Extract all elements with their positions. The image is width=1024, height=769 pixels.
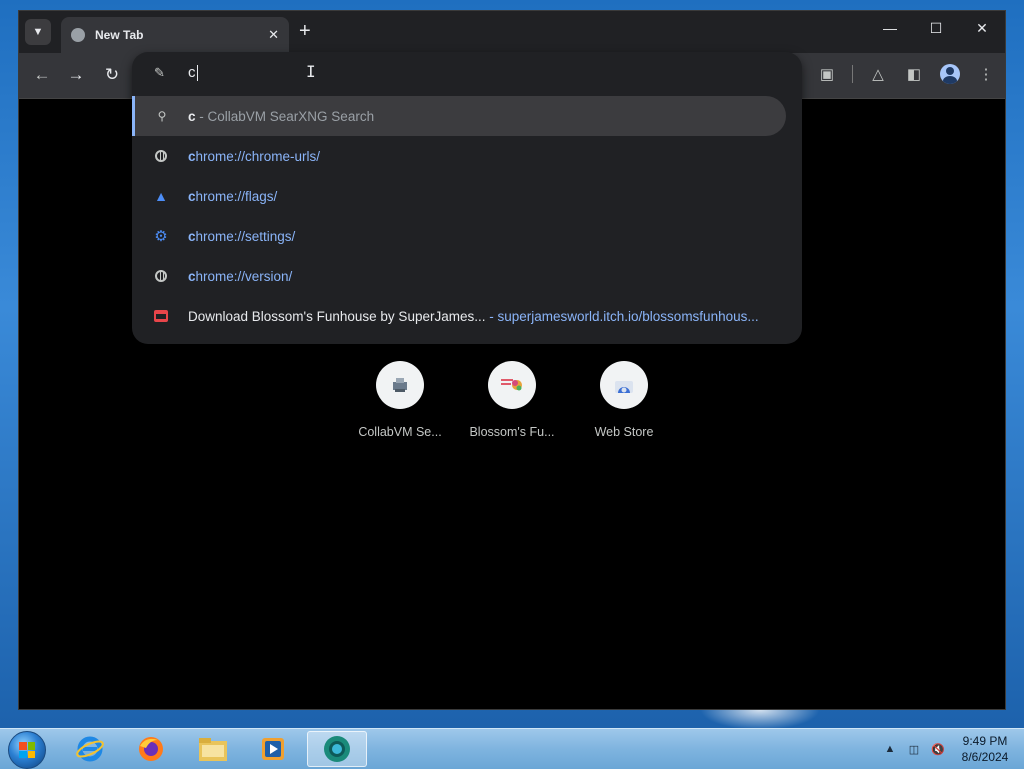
suggestion-flags[interactable]: ▲ chrome://flags/ xyxy=(132,176,786,216)
side-panel-icon[interactable]: ◧ xyxy=(903,63,925,85)
tab-new-tab[interactable]: New Tab ✕ xyxy=(61,17,289,53)
suggestion-version[interactable]: chrome://version/ xyxy=(132,256,786,296)
searxng-icon: ✎ xyxy=(154,65,165,80)
shortcut-web-store[interactable]: Web Store xyxy=(576,361,672,439)
globe-icon xyxy=(71,28,85,42)
shortcut-blossom[interactable]: Blossom's Fu... xyxy=(464,361,560,439)
toolbar-separator xyxy=(852,65,853,83)
shortcut-label: Blossom's Fu... xyxy=(469,425,555,439)
start-button[interactable] xyxy=(8,731,46,769)
collabvm-icon xyxy=(376,361,424,409)
back-button[interactable]: ← xyxy=(31,65,53,85)
labs-flask-icon[interactable]: △ xyxy=(867,63,889,85)
suggestion-search[interactable]: ⚲ c - CollabVM SearXNG Search xyxy=(132,96,786,136)
system-tray: ▲ ◫ 🔇 9:49 PM 8/6/2024 xyxy=(882,729,1016,769)
clock-date: 8/6/2024 xyxy=(961,750,1009,764)
chrome-icon[interactable] xyxy=(307,731,367,767)
tab-strip: ▼ New Tab ✕ + — ☐ ✕ xyxy=(19,11,1005,53)
suggestion-chrome-urls[interactable]: chrome://chrome-urls/ xyxy=(132,136,786,176)
globe-icon xyxy=(153,148,169,164)
maximize-button[interactable]: ☐ xyxy=(913,11,959,45)
internet-explorer-icon[interactable] xyxy=(63,731,117,767)
toolbar-actions: ▣ △ ◧ ⋮ xyxy=(816,63,997,85)
window-controls: — ☐ ✕ xyxy=(867,11,1005,45)
volume-muted-icon[interactable]: 🔇 xyxy=(930,742,946,756)
omnibox-dropdown: ✎ c I ⚲ c - CollabVM SearXNG Search chro… xyxy=(132,52,802,344)
web-store-icon xyxy=(600,361,648,409)
taskbar: ▲ ◫ 🔇 9:49 PM 8/6/2024 xyxy=(0,728,1024,769)
extensions-icon[interactable]: ▣ xyxy=(816,63,838,85)
search-icon: ⚲ xyxy=(157,109,167,123)
file-explorer-icon[interactable] xyxy=(186,731,240,767)
blossom-icon xyxy=(488,361,536,409)
firefox-icon[interactable] xyxy=(124,731,178,767)
text-cursor-icon: I xyxy=(306,62,316,81)
media-player-icon[interactable] xyxy=(246,731,300,767)
omnibox-input[interactable]: c xyxy=(188,64,198,82)
show-hidden-icons-icon[interactable]: ▲ xyxy=(882,742,898,756)
gear-icon: ⚙ xyxy=(154,228,168,245)
windows-flag-icon xyxy=(19,742,35,758)
suggestion-settings[interactable]: ⚙ chrome://settings/ xyxy=(132,216,786,256)
suggestion-itch-download[interactable]: Download Blossom's Funhouse by SuperJame… xyxy=(132,296,786,336)
avatar-icon xyxy=(940,64,960,84)
clock[interactable]: 9:49 PM 8/6/2024 xyxy=(954,733,1016,765)
forward-button[interactable]: → xyxy=(65,65,87,85)
shortcut-label: Web Store xyxy=(594,425,654,439)
shortcut-collabvm[interactable]: CollabVM Se... xyxy=(352,361,448,439)
network-icon[interactable]: ◫ xyxy=(906,742,922,756)
profile-button[interactable] xyxy=(939,63,961,85)
chevron-down-icon: ▼ xyxy=(32,26,44,38)
new-tab-button[interactable]: + xyxy=(299,21,311,41)
clock-time: 9:49 PM xyxy=(962,734,1008,748)
close-window-button[interactable]: ✕ xyxy=(959,11,1005,45)
more-menu-icon[interactable]: ⋮ xyxy=(975,63,997,85)
tab-title: New Tab xyxy=(95,28,144,42)
shortcut-label: CollabVM Se... xyxy=(358,425,442,439)
globe-icon xyxy=(153,268,169,284)
flask-icon: ▲ xyxy=(154,188,168,204)
reload-button[interactable]: ↻ xyxy=(101,65,123,85)
omnibox-input-row[interactable]: ✎ c I xyxy=(132,52,802,94)
close-icon[interactable]: ✕ xyxy=(268,27,279,43)
itch-store-icon xyxy=(153,308,169,324)
minimize-button[interactable]: — xyxy=(867,11,913,45)
tab-search-button[interactable]: ▼ xyxy=(25,19,51,45)
